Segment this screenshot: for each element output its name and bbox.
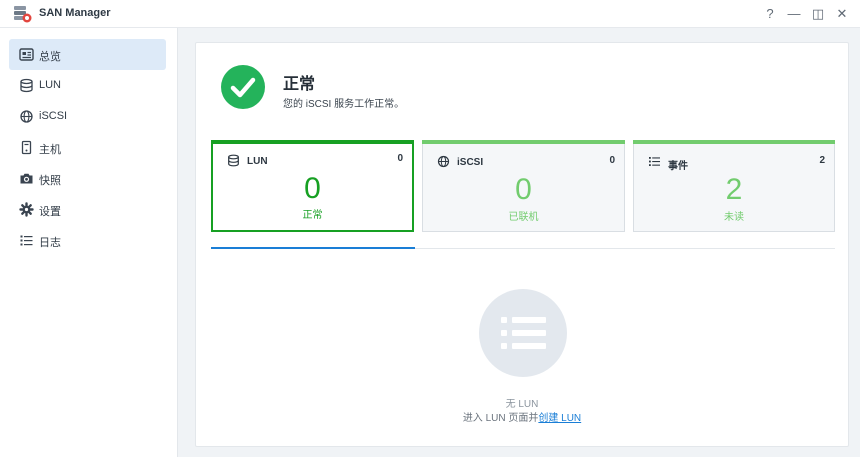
card-count: 2 bbox=[819, 155, 825, 166]
checkmark-icon bbox=[230, 77, 256, 98]
card-count: 0 bbox=[397, 153, 403, 164]
maximize-button[interactable]: ◫ bbox=[809, 5, 827, 23]
sidebar-item-host[interactable]: 主机 bbox=[9, 132, 166, 163]
sidebar-item-label: 主机 bbox=[39, 144, 61, 156]
card-status-bar bbox=[211, 140, 414, 144]
database-icon bbox=[20, 78, 33, 93]
status-title: 正常 bbox=[283, 76, 316, 93]
sidebar-item-label: 快照 bbox=[39, 175, 61, 187]
title-bar: SAN Manager ? — ◫ ✕ bbox=[0, 0, 860, 28]
sidebar-item-overview[interactable]: 总览 bbox=[9, 39, 166, 70]
camera-icon bbox=[20, 173, 33, 184]
gear-icon bbox=[19, 202, 34, 217]
sidebar-item-label: LUN bbox=[39, 79, 62, 91]
sidebar-item-log[interactable]: 日志 bbox=[9, 225, 166, 256]
app-title: SAN Manager bbox=[39, 7, 111, 19]
card-status-bar bbox=[422, 140, 625, 144]
status-ok-badge bbox=[221, 65, 265, 109]
card-subtitle: 正常 bbox=[302, 210, 323, 221]
sidebar: 总览 LUN iSCSI 主机 快照 设置 日志 bbox=[0, 28, 178, 457]
help-button[interactable]: ? bbox=[761, 5, 779, 23]
empty-state-badge bbox=[479, 289, 567, 377]
sidebar-item-snapshot[interactable]: 快照 bbox=[9, 163, 166, 194]
host-icon bbox=[21, 140, 32, 155]
create-lun-link[interactable]: 创建 LUN bbox=[538, 413, 581, 424]
card-value: 0 bbox=[304, 172, 321, 205]
sidebar-item-settings[interactable]: 设置 bbox=[9, 194, 166, 225]
globe-icon bbox=[20, 110, 33, 123]
empty-state-hint: 进入 LUN 页面并创建 LUN bbox=[196, 409, 848, 424]
globe-icon bbox=[437, 155, 450, 168]
events-summary-card[interactable]: 事件 2 2 未读 bbox=[633, 140, 835, 232]
overview-panel: 正常 您的 iSCSI 服务工作正常。 LUN 0 0 正常 iSCSI 0 0… bbox=[195, 42, 849, 447]
iscsi-summary-card[interactable]: iSCSI 0 0 已联机 bbox=[422, 140, 625, 232]
overview-icon bbox=[19, 48, 34, 61]
card-value: 0 bbox=[515, 173, 532, 206]
minimize-button[interactable]: — bbox=[785, 5, 803, 23]
sidebar-item-label: 总览 bbox=[39, 51, 61, 63]
card-subtitle: 未读 bbox=[724, 212, 744, 223]
lun-summary-card[interactable]: LUN 0 0 正常 bbox=[211, 140, 414, 232]
empty-state-hint-text: 进入 LUN 页面并 bbox=[462, 413, 539, 424]
sidebar-item-iscsi[interactable]: iSCSI bbox=[9, 101, 166, 132]
card-count: 0 bbox=[609, 155, 615, 166]
card-label: LUN bbox=[247, 156, 268, 167]
database-icon bbox=[228, 154, 239, 167]
sidebar-item-label: 日志 bbox=[39, 237, 61, 249]
sidebar-item-lun[interactable]: LUN bbox=[9, 70, 166, 101]
list-icon bbox=[20, 235, 33, 246]
sidebar-item-label: iSCSI bbox=[39, 110, 68, 122]
list-icon bbox=[649, 157, 660, 166]
card-status-bar bbox=[633, 140, 835, 144]
empty-state-title: 无 LUN bbox=[505, 399, 539, 410]
sidebar-item-label: 设置 bbox=[39, 206, 61, 218]
card-label: iSCSI bbox=[457, 157, 484, 168]
san-manager-app-icon bbox=[14, 6, 32, 23]
list-icon bbox=[501, 317, 546, 349]
active-tab-indicator bbox=[211, 247, 415, 249]
card-subtitle: 已联机 bbox=[508, 212, 539, 223]
status-description: 您的 iSCSI 服务工作正常。 bbox=[283, 99, 405, 110]
card-label: 事件 bbox=[668, 161, 688, 172]
card-value: 2 bbox=[725, 173, 743, 206]
close-button[interactable]: ✕ bbox=[833, 5, 851, 23]
